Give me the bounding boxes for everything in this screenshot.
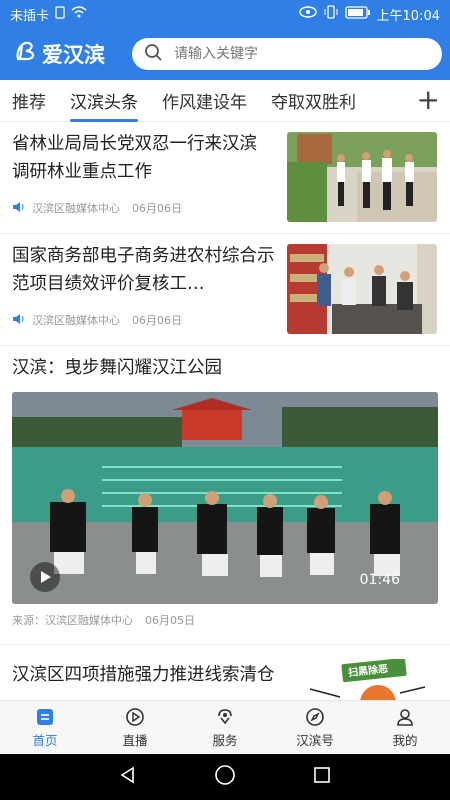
- video-source-prefix: 来源：: [12, 614, 45, 627]
- carrier-text: 未插卡: [10, 8, 50, 24]
- nav-service-label: 服务: [212, 733, 238, 748]
- sim-icon: [55, 5, 65, 23]
- home-icon: [37, 709, 53, 725]
- video-date: 06月05日: [145, 614, 195, 627]
- service-icon: [218, 709, 232, 725]
- video-article-title[interactable]: 汉滨：曳步舞闪耀汉江公园: [12, 354, 432, 382]
- article-source: 汉滨区融媒体中心: [32, 314, 120, 327]
- eye-icon: [298, 6, 317, 22]
- video-meta: 来源： 汉滨区融媒体中心 06月05日: [12, 612, 195, 628]
- battery-icon: [344, 5, 371, 23]
- speaker-icon[interactable]: [12, 313, 26, 328]
- video-duration: 01:46: [359, 572, 400, 588]
- home-circle-icon[interactable]: [214, 764, 236, 790]
- search-input[interactable]: [172, 45, 396, 63]
- back-icon[interactable]: [118, 765, 138, 789]
- tab-hanbin-headlines[interactable]: 汉滨头条: [70, 88, 138, 122]
- nav-live-label: 直播: [122, 733, 148, 748]
- user-icon: [397, 709, 413, 726]
- article-thumbnail[interactable]: [287, 244, 437, 334]
- app-header: 爱汉滨: [0, 28, 450, 80]
- nav-home-label: 首页: [32, 733, 58, 748]
- news-item[interactable]: 国家商务部电子商务进农村综合示范项目绩效评价复核工… 汉滨区融媒体中心 06月0…: [0, 234, 450, 346]
- add-channel-button[interactable]: +: [417, 86, 440, 114]
- tab-work-style[interactable]: 作风建设年: [162, 88, 247, 113]
- play-icon: [41, 571, 51, 583]
- news-item[interactable]: 省林业局局长党双忍一行来汉滨调研林业重点工作 汉滨区融媒体中心 06月06日: [0, 122, 450, 234]
- video-source: 汉滨区融媒体中心: [45, 614, 133, 627]
- app-logo: 爱汉滨: [14, 39, 132, 69]
- play-button[interactable]: [30, 562, 60, 592]
- article-date: 06月06日: [132, 202, 182, 215]
- video-player[interactable]: 01:46: [12, 392, 438, 604]
- news-feed[interactable]: 省林业局局长党双忍一行来汉滨调研林业重点工作 汉滨区融媒体中心 06月06日 国…: [0, 122, 450, 700]
- tab-recommend[interactable]: 推荐: [12, 88, 46, 113]
- live-icon: [126, 708, 144, 726]
- compass-icon: [306, 708, 324, 726]
- article-title[interactable]: 国家商务部电子商务进农村综合示范项目绩效评价复核工…: [12, 242, 278, 298]
- article-meta: 汉滨区融媒体中心 06月06日: [12, 200, 182, 216]
- logo-text: 爱汉滨: [42, 42, 105, 67]
- nav-mine[interactable]: 我的: [360, 701, 450, 755]
- search-icon: [144, 43, 162, 65]
- system-navigation-bar: [0, 754, 450, 800]
- bottom-nav: 首页 直播 服务 汉滨号 我的: [0, 700, 450, 755]
- article-thumbnail[interactable]: [287, 132, 437, 222]
- vibrate-icon: [323, 5, 339, 23]
- article-source: 汉滨区融媒体中心: [32, 202, 120, 215]
- article-photo: [287, 132, 437, 222]
- tab-double-victory[interactable]: 夺取双胜利: [271, 88, 356, 113]
- nav-mine-label: 我的: [392, 733, 418, 748]
- nav-home[interactable]: 首页: [0, 701, 90, 755]
- article-thumbnail[interactable]: 扫黑除恶: [300, 659, 430, 700]
- recents-icon[interactable]: [312, 765, 332, 789]
- status-bar: 未插卡 上午10:04: [0, 0, 450, 28]
- article-photo: [287, 244, 437, 334]
- nav-live[interactable]: 直播: [90, 701, 180, 755]
- video-news-item[interactable]: 汉滨：曳步舞闪耀汉江公园 01:46 来源： 汉滨区融媒体中心 06月05日: [0, 346, 450, 645]
- article-title[interactable]: 省林业局局长党双忍一行来汉滨调研林业重点工作: [12, 130, 274, 186]
- article-meta: 汉滨区融媒体中心 06月06日: [12, 312, 182, 328]
- news-item[interactable]: 汉滨区四项措施强力推进线索清仓 扫黑除恶: [0, 645, 450, 700]
- search-bar[interactable]: [132, 38, 442, 70]
- nav-hanbin-hao-label: 汉滨号: [296, 733, 334, 748]
- article-title[interactable]: 汉滨区四项措施强力推进线索清仓: [12, 661, 278, 689]
- article-date: 06月06日: [132, 314, 182, 327]
- wifi-icon: [71, 6, 87, 22]
- nav-hanbin-hao[interactable]: 汉滨号: [270, 701, 360, 755]
- logo-mark-icon: [14, 40, 38, 68]
- channel-tabs: 推荐 汉滨头条 作风建设年 夺取双胜利: [0, 80, 450, 122]
- speaker-icon[interactable]: [12, 201, 26, 216]
- clock-text: 上午10:04: [376, 8, 440, 24]
- nav-service[interactable]: 服务: [180, 701, 270, 755]
